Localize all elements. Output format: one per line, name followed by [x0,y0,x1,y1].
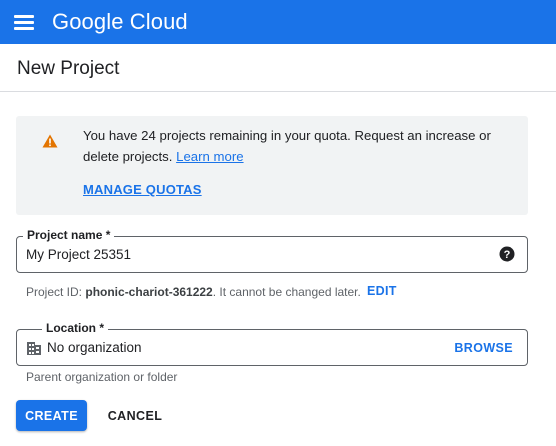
svg-text:?: ? [504,249,511,261]
cancel-button[interactable]: CANCEL [99,400,171,431]
browse-button[interactable]: BROWSE [454,341,513,355]
project-id-text: Project ID: phonic-chariot-361222. It ca… [26,285,361,299]
create-button[interactable]: CREATE [16,400,87,431]
location-hint: Parent organization or folder [26,370,178,384]
google-cloud-logo[interactable]: Google Cloud [52,8,188,36]
brand-google: Google [52,9,124,34]
manage-quotas-link[interactable]: MANAGE QUOTAS [83,182,202,197]
edit-project-id-button[interactable]: EDIT [367,284,397,298]
top-app-bar: Google Cloud [0,0,556,44]
organization-building-icon [27,342,41,355]
page-title: New Project [17,58,120,79]
quota-notice: You have 24 projects remaining in your q… [16,116,528,215]
location-value: No organization [47,340,142,355]
brand-cloud: Cloud [129,9,188,34]
hamburger-menu-icon[interactable] [11,9,37,35]
page-header: New Project [0,44,556,92]
project-id-prefix: Project ID: [26,285,83,299]
warning-icon [42,134,58,148]
project-id-suffix: . It cannot be changed later. [212,285,361,299]
location-label: Location * [42,321,109,335]
location-field[interactable]: Location * No organization BROWSE [16,321,528,366]
project-name-input[interactable]: My Project 25351 [26,247,131,262]
quota-message: You have 24 projects remaining in your q… [83,128,491,164]
project-id-value: phonic-chariot-361222 [85,285,213,299]
project-name-label: Project name * [23,228,115,242]
quota-message-block: You have 24 projects remaining in your q… [83,125,503,167]
learn-more-link[interactable]: Learn more [176,149,243,164]
help-circle-icon[interactable]: ? [499,246,515,262]
project-name-field[interactable]: Project name * My Project 25351 ? [16,228,528,273]
